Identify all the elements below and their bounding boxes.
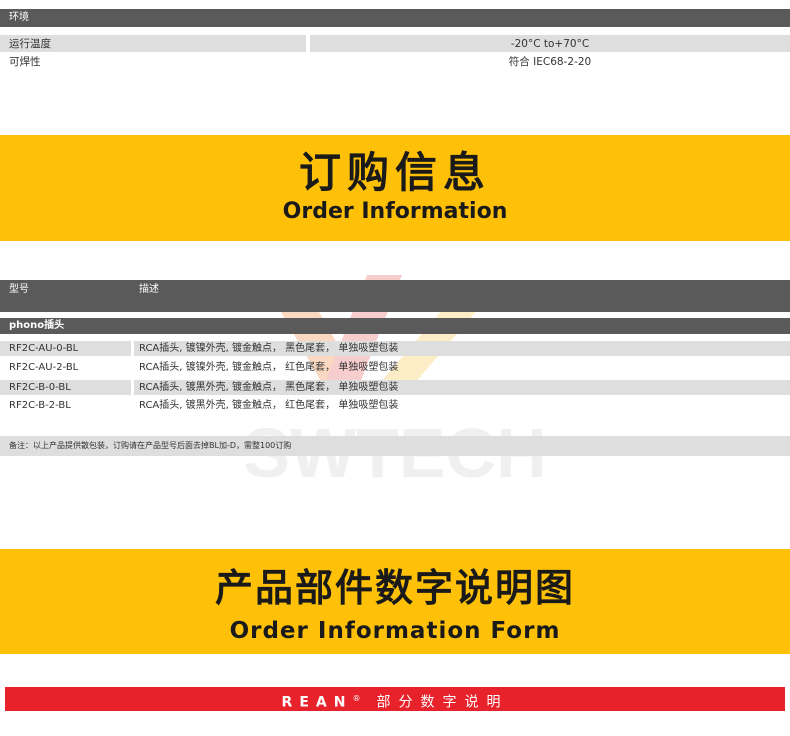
env-row-1-value: -20°C to+70°C [510,38,590,50]
env-header-label: 环境 [9,12,29,23]
rean-brand: REAN [281,694,353,711]
row-3-desc: RCA插头, 镀黑外壳, 镀金触点， 黑色尾套， 单独吸塑包装 [139,382,399,393]
env-row-2-label: 可焊性 [9,56,41,68]
row-2-model: RF2C-AU-2-BL [9,362,79,373]
note-bar: 备注：以上产品提供散包装，订购请在产品型号后面去掉BL加-D，需整100订购 [0,436,790,456]
table-row: RF2C-AU-0-BL RCA插头, 镀镍外壳, 镀金触点， 黑色尾套， 单独… [0,342,790,357]
row-4-model: RF2C-B-2-BL [9,400,71,411]
form-title-en: Order Information Form [229,618,561,644]
env-row-1-label: 运行温度 [9,38,51,50]
table-row: RF2C-B-2-BL RCA插头, 镀黑外壳, 镀金触点， 红色尾套， 单独吸… [0,399,790,414]
row-1-model: RF2C-AU-0-BL [9,343,79,354]
registered-mark: ® [352,694,361,703]
rean-bar-text: 部分数字说明 [376,694,509,711]
group-header-label: phono插头 [9,320,65,331]
form-banner: 产品部件数字说明图 Order Information Form [0,549,790,654]
row-4-desc: RCA插头, 镀黑外壳, 镀金触点， 红色尾套， 单独吸塑包装 [139,400,399,411]
col-model-header: 型号 [9,284,29,295]
group-header-bar: phono插头 [0,318,790,334]
env-row-2-value: 符合 IEC68-2-20 [508,56,592,68]
row-2-desc: RCA插头, 镀镍外壳, 镀金触点， 红色尾套， 单独吸塑包装 [139,362,399,373]
row-3-model: RF2C-B-0-BL [9,382,71,393]
rean-digit-bar: REAN® 部分数字说明 [5,687,785,711]
form-title-cn: 产品部件数字说明图 [214,566,575,610]
env-header-bar: 环境 [0,9,790,27]
note-text: 备注：以上产品提供散包装，订购请在产品型号后面去掉BL加-D，需整100订购 [9,441,292,450]
table-row: RF2C-AU-2-BL RCA插头, 镀镍外壳, 镀金触点， 红色尾套， 单独… [0,361,790,376]
order-info-banner: 订购信息 Order Information [0,135,790,241]
table-row: RF2C-B-0-BL RCA插头, 镀黑外壳, 镀金触点， 黑色尾套， 单独吸… [0,381,790,396]
order-info-title-en: Order Information [282,199,508,224]
col-desc-header: 描述 [139,284,159,295]
order-table-header: 型号 描述 [0,280,790,312]
row-1-desc: RCA插头, 镀镍外壳, 镀金触点， 黑色尾套， 单独吸塑包装 [139,343,399,354]
order-info-title-cn: 订购信息 [298,148,491,197]
